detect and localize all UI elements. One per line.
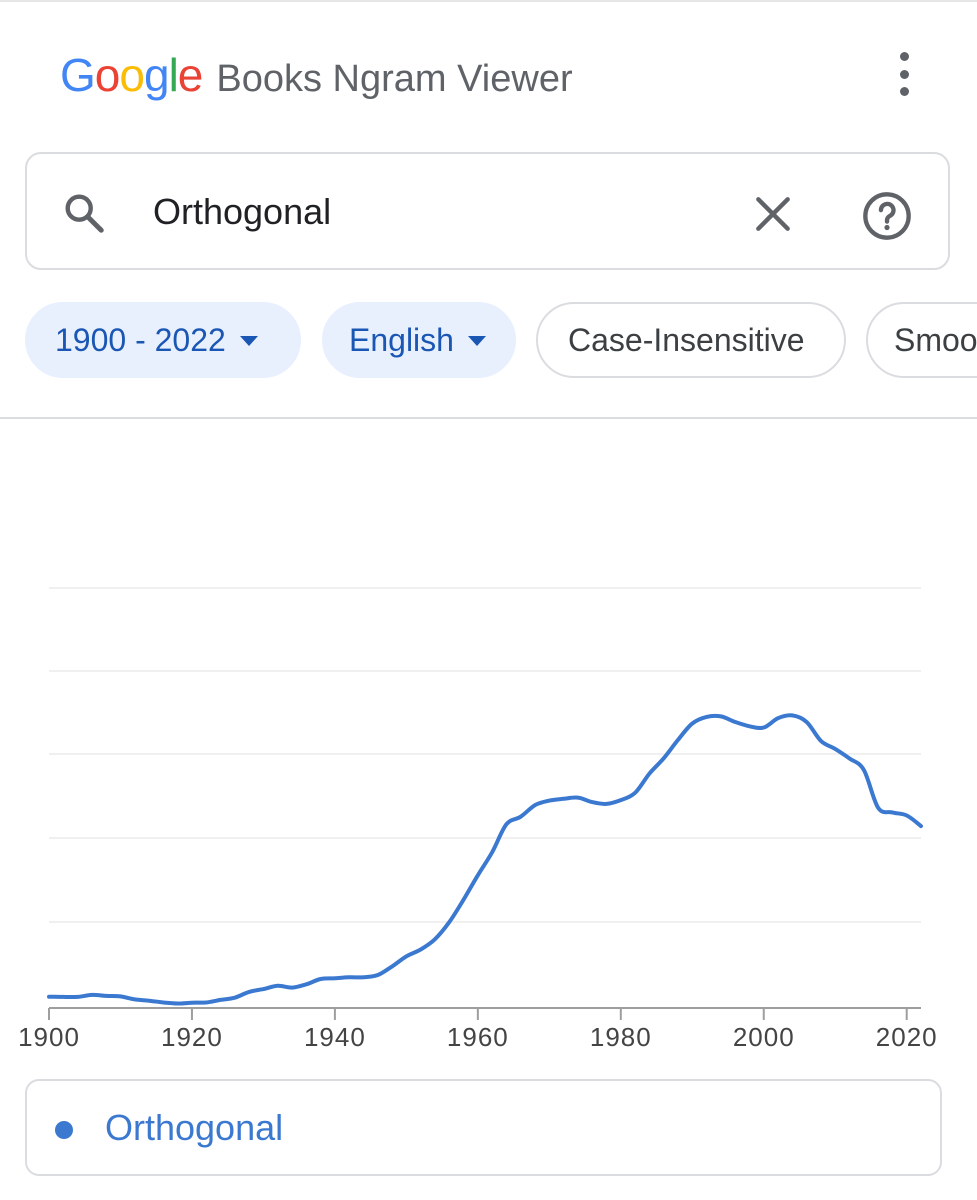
smoothing-chip[interactable]: Smoo: [866, 302, 977, 378]
app-header: Google Books Ngram Viewer: [60, 48, 573, 104]
help-icon[interactable]: [861, 190, 913, 242]
legend-dot: [55, 1121, 73, 1139]
case-label: Case-Insensitive: [568, 321, 805, 358]
app-title: Books Ngram Viewer: [216, 58, 573, 100]
series-line-orthogonal[interactable]: [47, 713, 923, 1006]
logo-letter: e: [177, 49, 204, 101]
google-logo[interactable]: Google: [60, 48, 204, 102]
smoothing-label: Smoo: [894, 321, 977, 358]
logo-letter: G: [60, 49, 96, 101]
chevron-down-icon: [467, 336, 486, 346]
clear-icon[interactable]: [751, 192, 795, 236]
top-border: [0, 0, 977, 2]
corpus-label: English: [349, 321, 454, 358]
more-options-icon[interactable]: [888, 52, 920, 96]
case-insensitive-chip[interactable]: Case-Insensitive: [536, 302, 846, 378]
corpus-chip[interactable]: English: [322, 302, 516, 378]
divider: [0, 417, 977, 419]
year-range-chip[interactable]: 1900 - 2022: [25, 302, 301, 378]
search-box: [25, 152, 950, 270]
logo-letter: o: [119, 49, 145, 101]
search-icon[interactable]: [61, 190, 107, 236]
ngram-chart: 1900 1920 1940 1960 1980 2000 2020: [18, 587, 938, 1052]
logo-letter: l: [168, 49, 179, 101]
logo-letter: g: [143, 49, 170, 101]
x-tick-label: 2000: [733, 1022, 795, 1052]
x-tick-label: 1900: [18, 1022, 80, 1052]
search-input[interactable]: [153, 184, 713, 240]
logo-letter: o: [94, 49, 121, 101]
x-tick-label: 1920: [161, 1022, 223, 1052]
x-tick-label: 1980: [590, 1022, 652, 1052]
legend-label[interactable]: Orthogonal: [105, 1107, 283, 1149]
filter-chips: 1900 - 2022 English Case-Insensitive Smo…: [25, 302, 977, 380]
x-tick-label: 1960: [447, 1022, 509, 1052]
x-tick-label: 1940: [304, 1022, 366, 1052]
chevron-down-icon: [239, 336, 258, 346]
year-range-label: 1900 - 2022: [55, 321, 226, 358]
x-tick-label: 2020: [876, 1022, 938, 1052]
chart-legend[interactable]: Orthogonal: [25, 1079, 942, 1176]
